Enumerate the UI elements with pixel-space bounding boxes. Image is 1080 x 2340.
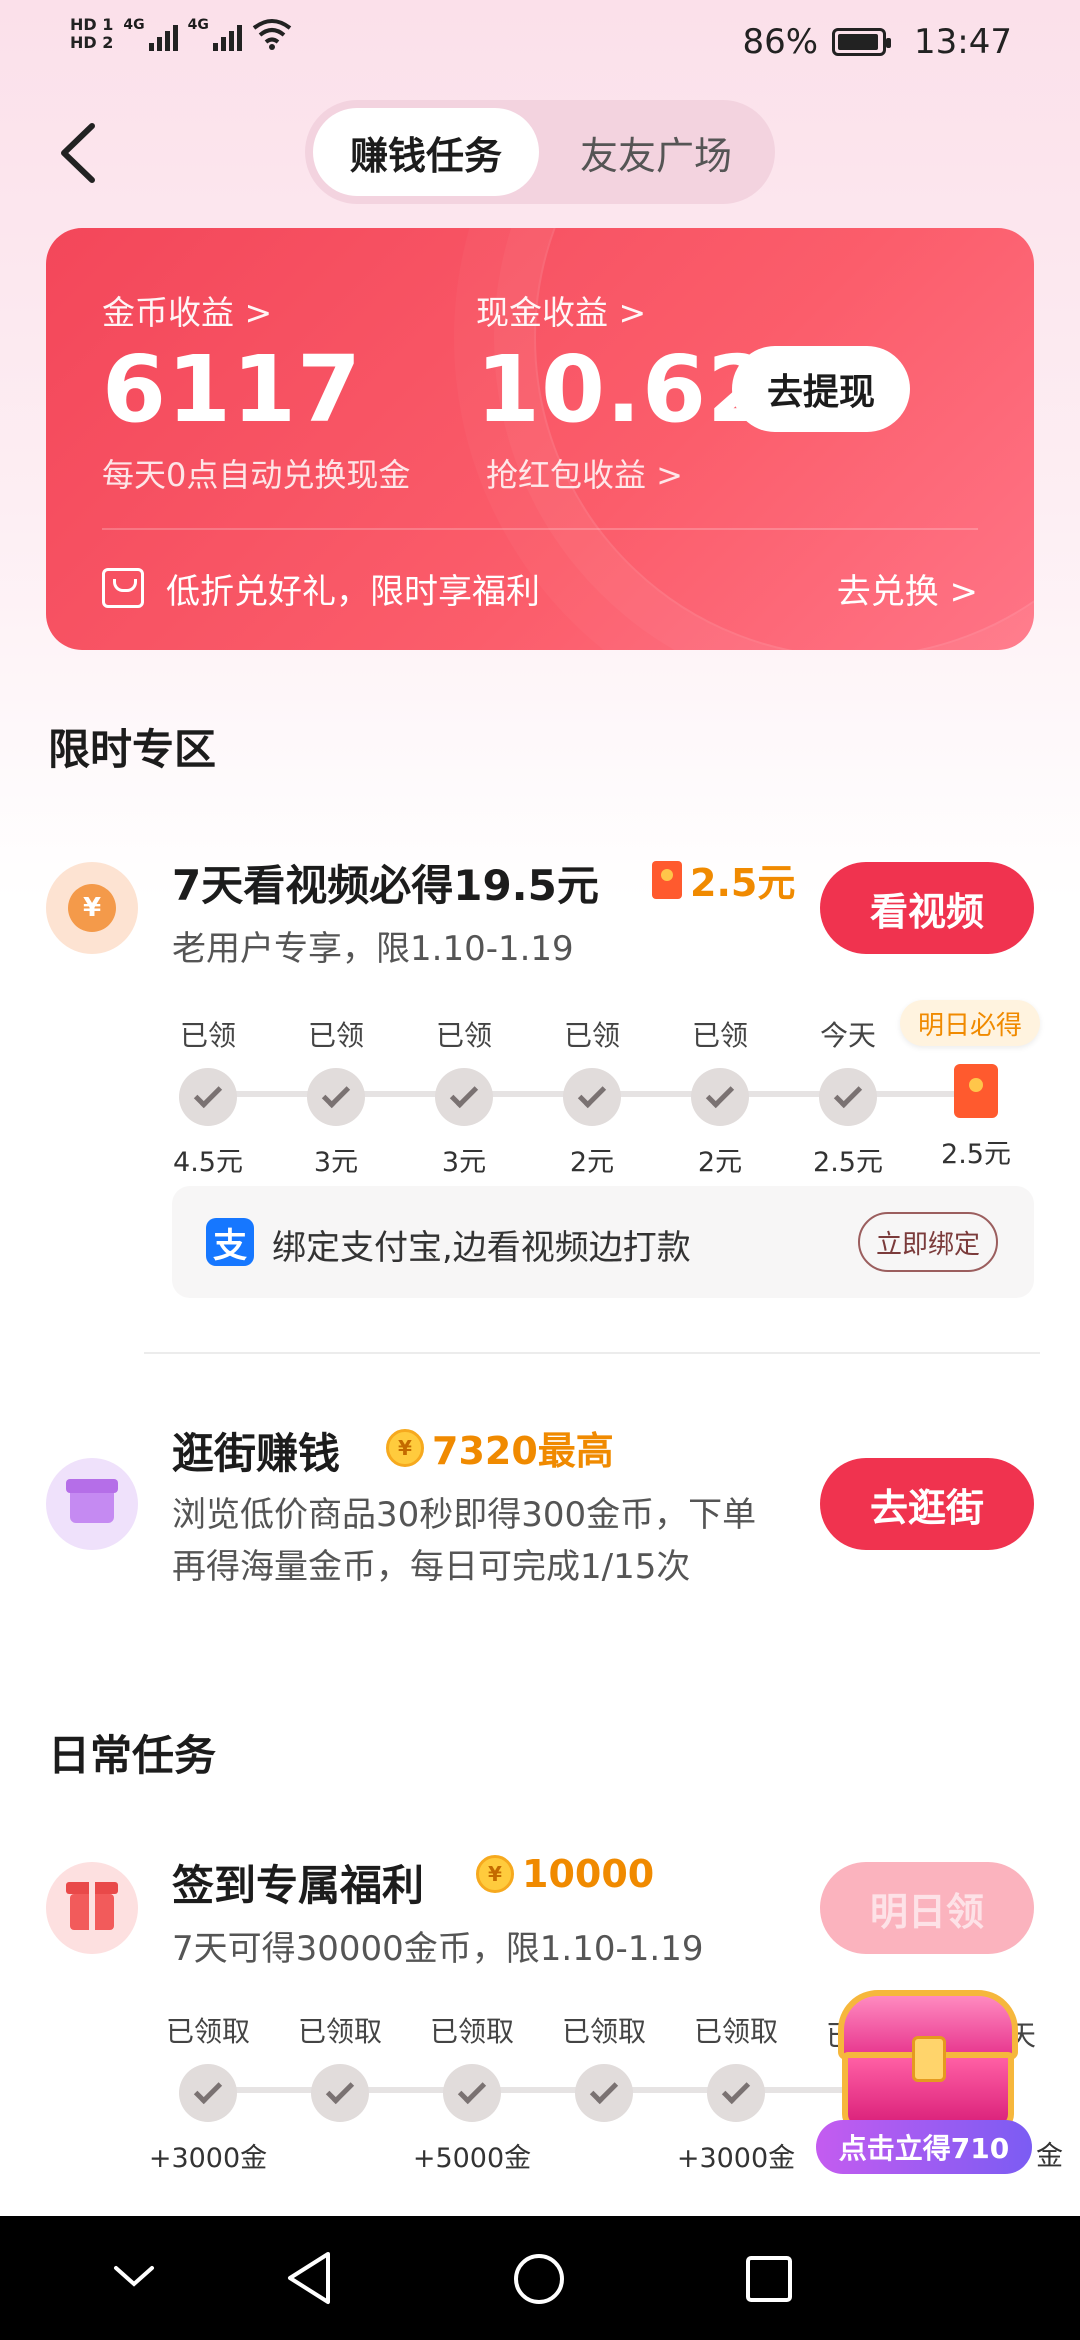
checkin-task-desc: 7天可得30000金币，限1.10-1.19 [172, 1929, 704, 1969]
battery-percent: 86% [742, 22, 819, 62]
daily-section-title: 日常任务 [48, 1731, 217, 1780]
system-nav-bar [0, 2216, 1080, 2340]
net2-label: 4G [187, 17, 209, 33]
claim-tomorrow-button[interactable]: 明日领 [820, 1862, 1034, 1954]
bind-now-button[interactable]: 立即绑定 [858, 1212, 998, 1272]
redeem-link[interactable]: 去兑换 > [837, 564, 978, 613]
limited-section-title: 限时专区 [48, 725, 217, 774]
check-icon [179, 1068, 237, 1126]
status-bar: HD 1 HD 2 4G 4G 86% 13:47 [0, 0, 1080, 90]
hd1-label: HD 1 [70, 15, 114, 34]
net1-label: 4G [123, 17, 145, 33]
coin-icon: ¥ [386, 1428, 424, 1467]
step-amount: 2.5元 [941, 1139, 1011, 1170]
clock: 13:47 [914, 22, 1012, 62]
treasure-chest-icon[interactable] [828, 1990, 1028, 2140]
shop-task-desc-1: 浏览低价商品30秒即得300金币，下单 [172, 1495, 757, 1535]
step-amount: +3000金 [676, 2143, 796, 2174]
yuan-coin-icon: ¥ [46, 862, 138, 954]
shop-task-reward: ¥ 7320最高 [386, 1420, 614, 1475]
check-icon [575, 2064, 633, 2122]
signal2-icon: 4G [188, 17, 242, 51]
video-task-reward: 2.5元 [652, 852, 795, 907]
video-task-title: 7天看视频必得19.5元 [172, 861, 599, 910]
step-status [876, 1014, 1076, 1048]
check-icon [179, 2064, 237, 2122]
red-packet-income-link[interactable]: 抢红包收益 > [486, 450, 683, 496]
checkin-step-5: 已领取 +3000金 [636, 2010, 836, 2175]
promo-row[interactable]: 低折兑好礼，限时享福利 去兑换 > [102, 558, 978, 618]
video-task-reward-label: 2.5元 [690, 861, 796, 905]
step-amount: +5000金 [412, 2143, 532, 2174]
nav-back-icon[interactable] [284, 2250, 334, 2306]
nav-recents-icon[interactable] [744, 2254, 794, 2304]
alipay-bind-text: 绑定支付宝,边看视频边打款 [272, 1228, 691, 1268]
check-icon [307, 1068, 365, 1126]
shop-task-desc-2: 再得海量金币，每日可完成1/15次 [172, 1547, 691, 1587]
status-right: 86% 13:47 [742, 22, 1012, 62]
shopping-bag-icon [102, 568, 144, 608]
coin-icon: ¥ [476, 1855, 514, 1893]
battery-icon [832, 28, 892, 56]
wifi-icon [252, 19, 292, 50]
step-amount: +3000金 [148, 2143, 268, 2174]
withdraw-button[interactable]: 去提现 [732, 346, 910, 432]
nav-home-icon[interactable] [512, 2252, 566, 2306]
coin-income-note: 每天0点自动兑换现金 [102, 456, 411, 494]
checkin-task-reward-label: 10000 [522, 1852, 655, 1896]
earnings-card: 金币收益 > 6117 每天0点自动兑换现金 现金收益 > 10.62 抢红包收… [46, 228, 1034, 650]
checkin-task-title: 签到专属福利 [172, 1861, 425, 1910]
check-icon [435, 1068, 493, 1126]
chest-reward-button[interactable]: 点击立得710 [816, 2120, 1032, 2174]
check-icon [819, 1068, 877, 1126]
video-step-7: 2.5元 [876, 1014, 1076, 1171]
cash-income-value: 10.62 [476, 336, 773, 443]
video-task-desc: 老用户专享，限1.10-1.19 [172, 929, 574, 969]
coin-income-link[interactable]: 金币收益 > [102, 286, 272, 334]
alipay-icon: 支 [206, 1218, 254, 1266]
check-icon [691, 1068, 749, 1126]
signal1-icon: 4G [123, 17, 178, 51]
alipay-bind-row[interactable]: 支 绑定支付宝,边看视频边打款 立即绑定 [172, 1186, 1034, 1298]
red-packet-icon [652, 860, 682, 899]
step-status: 已领取 [693, 2015, 778, 2048]
tab-switcher: 赚钱任务 友友广场 [305, 100, 775, 204]
shop-icon [46, 1458, 138, 1550]
coin-income-value: 6117 [102, 336, 363, 443]
watch-video-button[interactable]: 看视频 [820, 862, 1034, 954]
red-packet-icon [954, 1064, 998, 1118]
status-left: HD 1 HD 2 4G 4G [70, 16, 292, 52]
check-icon [311, 2064, 369, 2122]
checkin-task-reward: ¥ 10000 [476, 1852, 654, 1896]
go-shopping-button[interactable]: 去逛街 [820, 1458, 1034, 1550]
hide-keyboard-icon[interactable] [112, 2262, 156, 2292]
card-divider [102, 528, 978, 530]
gift-icon [46, 1862, 138, 1954]
shop-task-title: 逛街赚钱 [172, 1429, 341, 1478]
promo-text: 低折兑好礼，限时享福利 [166, 571, 540, 612]
check-icon [563, 1068, 621, 1126]
checkin-step-7-amount: 金 [1036, 2141, 1063, 2172]
tab-earn-tasks[interactable]: 赚钱任务 [313, 108, 539, 196]
shop-task-reward-label: 7320最高 [432, 1429, 614, 1473]
cash-income-link[interactable]: 现金收益 > [476, 286, 646, 334]
hd2-label: HD 2 [70, 33, 114, 52]
back-arrow-icon[interactable] [52, 118, 112, 188]
check-icon [707, 2064, 765, 2122]
hd-indicators: HD 1 HD 2 [70, 16, 113, 52]
task-divider [144, 1352, 1040, 1354]
check-icon [443, 2064, 501, 2122]
tab-friends-square[interactable]: 友友广场 [545, 108, 767, 196]
